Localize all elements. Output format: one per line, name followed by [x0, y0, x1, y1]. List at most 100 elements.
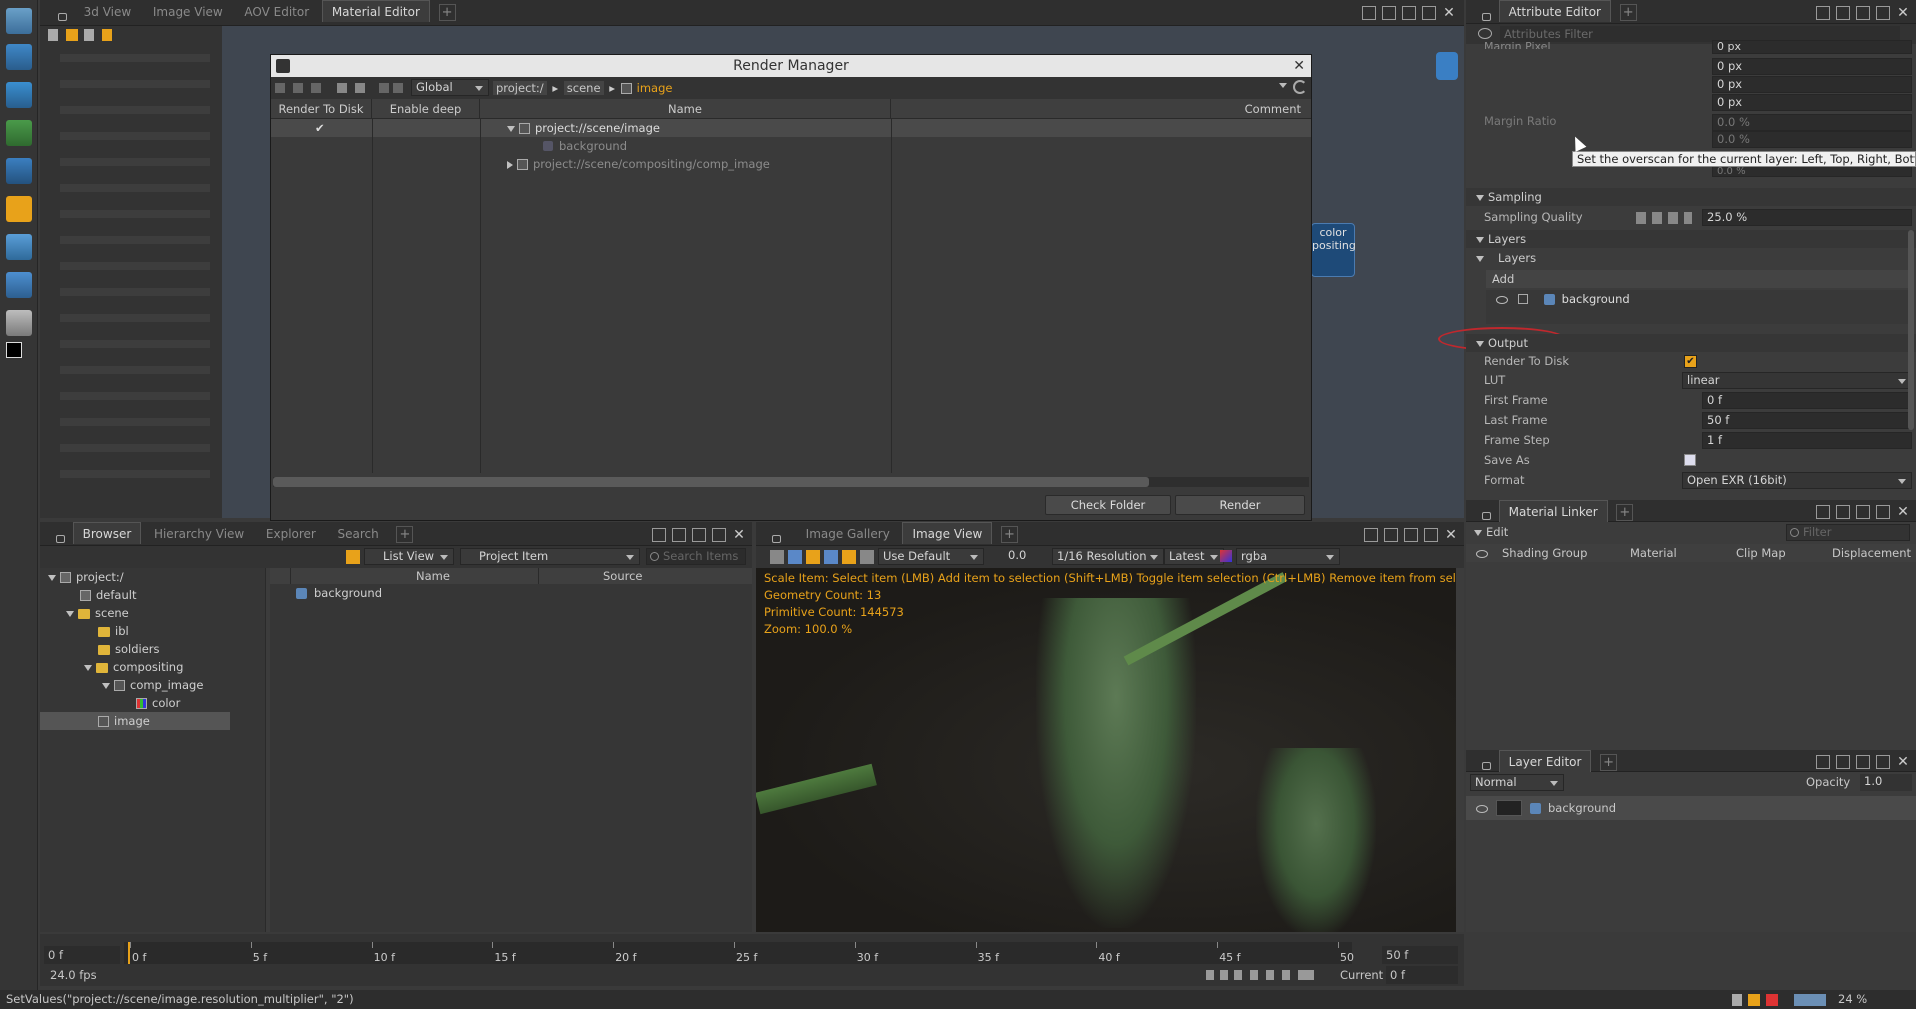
toolbar-icons[interactable] [48, 29, 148, 41]
lock-icon[interactable] [1482, 512, 1491, 520]
pen-tool-icon[interactable] [6, 82, 32, 108]
preset-select[interactable]: Use Default [878, 548, 984, 565]
float-icon[interactable] [1856, 5, 1870, 20]
search-items-input[interactable]: Search Items [646, 548, 746, 565]
link-icon[interactable] [1518, 294, 1528, 304]
layers-subsection[interactable]: Layers [1476, 250, 1536, 266]
resolution-select[interactable]: 1/16 Resolution [1052, 548, 1164, 565]
tree-item-image[interactable]: image [40, 712, 230, 730]
tab-image-view[interactable]: Image View [902, 522, 993, 544]
split-icon[interactable] [1836, 504, 1850, 519]
lut-select[interactable]: linear [1682, 372, 1912, 389]
tab-browser[interactable]: Browser [72, 522, 142, 544]
col-material[interactable]: Material [1630, 544, 1677, 562]
view-mode-select[interactable]: List View [364, 548, 454, 565]
pointer-tool-icon[interactable] [6, 234, 32, 260]
margin-ratio-field-1[interactable]: 0.0 % [1712, 114, 1912, 131]
margin-left-field[interactable]: 0 px [1712, 40, 1912, 54]
dialog-close-icon[interactable]: ✕ [1293, 55, 1305, 77]
maximize-icon[interactable] [712, 527, 726, 542]
move-tool-icon[interactable] [6, 44, 32, 70]
render-button[interactable]: Render [1175, 495, 1305, 515]
tab-image-view[interactable]: Image View [144, 1, 232, 23]
breadcrumb-project[interactable]: project:/ [493, 81, 547, 95]
nav-icons[interactable] [275, 83, 403, 93]
select-tool-icon[interactable] [6, 8, 32, 34]
format-select[interactable]: Open EXR (16bit) [1682, 472, 1912, 489]
col-name[interactable]: Name [416, 568, 450, 584]
col-displacement[interactable]: Displacement [1832, 544, 1911, 562]
attr-scrollbar[interactable] [1908, 230, 1914, 430]
tree-item-default[interactable]: default [76, 586, 136, 604]
split-icon[interactable] [672, 527, 686, 542]
close-icon[interactable]: ✕ [732, 528, 746, 542]
col-render-to-disk[interactable]: Render To Disk [271, 99, 372, 119]
channel-select[interactable]: rgba [1236, 548, 1340, 565]
scrollbar-thumb[interactable] [273, 477, 1149, 487]
lock-icon[interactable] [772, 534, 781, 543]
path-dropdown-icon[interactable] [1279, 83, 1287, 88]
maximize-icon[interactable] [1876, 754, 1890, 769]
close-icon[interactable]: ✕ [1896, 755, 1910, 769]
add-tab-icon[interactable]: + [1619, 4, 1637, 21]
visibility-eye-icon[interactable] [1496, 295, 1508, 304]
col-shading-group[interactable]: Shading Group [1502, 544, 1587, 562]
timeline-end-field[interactable]: 50 f [1382, 946, 1458, 964]
list-item[interactable]: background [294, 584, 382, 602]
playback-controls[interactable] [1206, 970, 1314, 980]
col-deep-output[interactable]: Enable deep output [372, 99, 480, 136]
save-as-icon[interactable] [1684, 454, 1696, 466]
timeline-start-field[interactable]: 0 f [44, 946, 120, 964]
margin-ratio-field-2[interactable]: 0.0 % [1712, 131, 1912, 148]
layout-icon[interactable] [1816, 754, 1830, 769]
visibility-eye-icon[interactable] [1476, 804, 1488, 813]
check-folder-button[interactable]: Check Folder [1045, 495, 1171, 515]
margin-right-field[interactable]: 0 px [1712, 76, 1912, 93]
tab-search[interactable]: Search [329, 523, 388, 545]
float-icon[interactable] [1402, 5, 1416, 20]
split-icon[interactable] [1382, 5, 1396, 20]
split-icon[interactable] [1836, 754, 1850, 769]
table-row[interactable]: project://scene/compositing/comp_image [271, 155, 1311, 173]
current-frame-field[interactable]: 0 f [1386, 966, 1458, 984]
blend-mode-select[interactable]: Normal [1470, 774, 1564, 791]
breadcrumb-scene[interactable]: scene [563, 81, 604, 95]
version-select[interactable]: Latest [1164, 548, 1224, 565]
layout-icon[interactable] [1364, 527, 1378, 542]
table-row[interactable]: background [271, 137, 1311, 155]
node-compositing[interactable]: color positing [1311, 223, 1356, 277]
last-frame-field[interactable]: 50 f [1702, 412, 1912, 429]
eraser-tool-icon[interactable] [6, 310, 32, 336]
lock-icon[interactable] [1482, 12, 1491, 21]
layout-icon[interactable] [1816, 5, 1830, 20]
close-icon[interactable]: ✕ [1896, 6, 1910, 20]
tree-item-project[interactable]: project:/ [44, 568, 124, 586]
layout-icon[interactable] [1362, 5, 1376, 20]
curve-icons[interactable] [1636, 212, 1692, 224]
image-viewport[interactable]: Scale Item: Select item (LMB) Add item t… [756, 568, 1456, 932]
status-icons[interactable] [1732, 994, 1788, 1006]
tab-3d-view[interactable]: 3d View [75, 1, 141, 23]
frame-step-field[interactable]: 1 f [1702, 432, 1912, 449]
margin-top-field[interactable]: 0 px [1712, 58, 1912, 75]
sampling-section-header[interactable]: Sampling [1466, 188, 1916, 206]
render-node-icon[interactable] [1436, 52, 1458, 80]
layers-add-button[interactable]: Add [1486, 270, 1914, 288]
tree-item-color[interactable]: color [132, 694, 180, 712]
col-name[interactable]: Name [480, 99, 891, 119]
close-icon[interactable]: ✕ [1444, 528, 1458, 542]
add-tab-icon[interactable]: + [1000, 526, 1018, 543]
split-icon[interactable] [1836, 5, 1850, 20]
color-swatch-icon[interactable] [6, 342, 22, 358]
maximize-icon[interactable] [1424, 527, 1438, 542]
layers-list-item[interactable]: background [1486, 290, 1914, 324]
tree-item-comp-image[interactable]: comp_image [98, 676, 203, 694]
expand-icon[interactable] [507, 125, 515, 132]
float-icon[interactable] [1404, 527, 1418, 542]
tree-item-scene[interactable]: scene [62, 604, 129, 622]
tab-material-linker[interactable]: Material Linker [1498, 500, 1608, 522]
col-comment[interactable]: Comment [891, 99, 1311, 119]
col-source[interactable]: Source [603, 568, 643, 584]
col-clip-map[interactable]: Clip Map [1736, 544, 1786, 562]
view-tool-icons[interactable] [770, 550, 874, 564]
